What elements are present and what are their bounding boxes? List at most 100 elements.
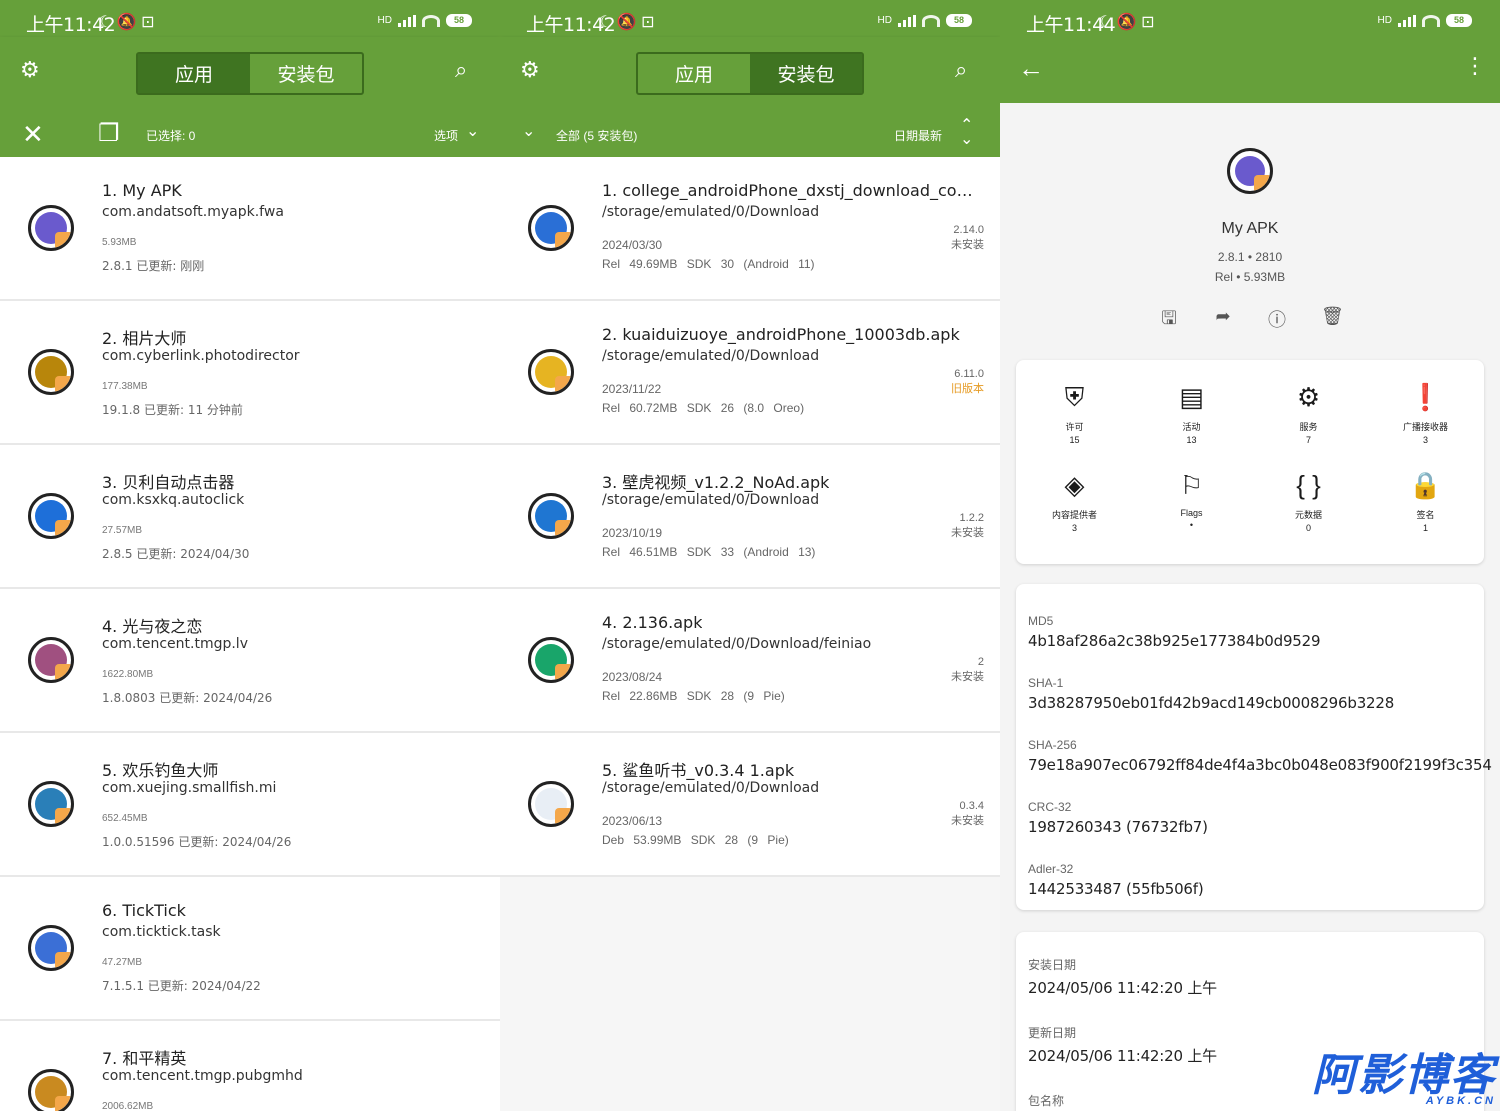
apk-meta: Rel 60.72MB SDK 26 (8.0 Oreo) bbox=[602, 401, 805, 415]
component-count: 3 bbox=[1071, 523, 1077, 533]
filter-sliders-icon[interactable]: ⚙ bbox=[520, 57, 540, 83]
package-name: com.andatsoft.myapk.fwa bbox=[102, 204, 284, 220]
list-item[interactable]: 4. 光与夜之恋 com.tencent.tmgp.lv 1622.80MB 1.8.… bbox=[0, 589, 500, 733]
search-zoom-icon[interactable]: ⌕ bbox=[455, 57, 467, 83]
app-title: 2. 相片大师 bbox=[102, 329, 187, 348]
selection-row: ✕ ❐ 已选择: 0 选项 ⌄ bbox=[0, 113, 500, 157]
version-line: 2.8.1 • 2810 bbox=[1217, 250, 1283, 264]
signal-icon bbox=[398, 14, 416, 27]
options-label[interactable]: 选项 bbox=[434, 127, 458, 144]
component-count: • bbox=[1189, 520, 1194, 530]
apk-date: 2023/10/19 bbox=[602, 526, 663, 540]
component-alert[interactable]: ❗ 广播接收器 3 bbox=[1367, 380, 1484, 468]
gears-icon: ⚙ bbox=[1296, 382, 1321, 412]
list-item[interactable]: 6. TickTick com.ticktick.task 47.27MB 7.1.5… bbox=[0, 877, 500, 1021]
apk-meta: Rel 22.86MB SDK 28 (9 Pie) bbox=[602, 689, 785, 703]
uninstall-icon[interactable]: 🗑 bbox=[1321, 306, 1344, 328]
back-arrow-icon[interactable]: ← bbox=[1018, 53, 1044, 84]
component-activity[interactable]: ▤ 活动 13 bbox=[1133, 380, 1250, 468]
list-item[interactable]: 3. 壁虎视频_v1.2.2_NoAd.apk/storage/emulated… bbox=[500, 445, 1000, 589]
apk-date: 2023/06/13 bbox=[602, 814, 663, 828]
component-layers[interactable]: ◈ 内容提供者 3 bbox=[1016, 468, 1133, 556]
apk-version-state: 2.14.0 未安装 bbox=[951, 223, 984, 253]
list-item[interactable]: 2. 相片大师 com.cyberlink.photodirector 177.38… bbox=[0, 301, 500, 445]
status-notify-icons: ☾ 🔕 ⊡ bbox=[98, 14, 155, 31]
version-updated: 2.8.1 已更新: 刚刚 bbox=[102, 259, 205, 273]
apk-icon bbox=[528, 637, 574, 683]
component-shield[interactable]: ⛨ 许可 15 bbox=[1016, 380, 1133, 468]
apk-list: 1. college_androidPhone_dxstj_download_c… bbox=[500, 157, 1000, 877]
app-icon bbox=[28, 1069, 74, 1111]
select-all-icon[interactable]: ❐ bbox=[98, 119, 120, 148]
apk-meta: Rel 46.51MB SDK 33 (Android 13) bbox=[602, 545, 816, 559]
app-icon-image bbox=[35, 932, 67, 964]
apk-version: 2 bbox=[977, 656, 984, 668]
component-braces[interactable]: { } 元数据 0 bbox=[1250, 468, 1367, 556]
list-item[interactable]: 3. 贝利自动点击器 com.ksxkq.autoclick 27.57MB 2.8.… bbox=[0, 445, 500, 589]
status-right-icons: HD 58 bbox=[378, 14, 472, 27]
tab-apps[interactable]: 应用 bbox=[138, 54, 250, 93]
list-item[interactable]: 5. 鲨鱼听书_v0.3.4 1.apk/storage/emulated/0/… bbox=[500, 733, 1000, 877]
filter-sliders-icon[interactable]: ⚙ bbox=[20, 57, 40, 83]
component-flag[interactable]: ⚐ Flags • bbox=[1133, 468, 1250, 556]
info-value[interactable]: 2024/05/06 11:42:20 上午 bbox=[1028, 977, 1472, 998]
status-notify-icons: ☾ 🔕 ⊡ bbox=[1098, 14, 1155, 31]
install-state: 未安装 bbox=[951, 527, 984, 539]
app-name: My APK bbox=[1221, 220, 1279, 237]
hash-value[interactable]: 3d38287950eb01fd42b9acd149cb0008296b3228 bbox=[1028, 694, 1472, 712]
status-bar: 上午11:42 ☾ 🔕 ⊡ HD 58 bbox=[500, 0, 1000, 37]
list-item[interactable]: 4. 2.136.apk/storage/emulated/0/Download… bbox=[500, 589, 1000, 733]
apk-filename: 4. 2.136.apk bbox=[602, 613, 703, 632]
wifi-icon bbox=[422, 14, 440, 27]
more-vert-icon[interactable]: ⋮ bbox=[1464, 53, 1486, 79]
tab-packages[interactable]: 安装包 bbox=[750, 54, 862, 93]
hash-value[interactable]: 1987260343 (76732fb7) bbox=[1028, 818, 1472, 836]
tab-apps[interactable]: 应用 bbox=[638, 54, 750, 93]
alert-icon: ❗ bbox=[1409, 382, 1442, 412]
package-name: com.tencent.tmgp.pubgmhd bbox=[102, 1068, 303, 1084]
hash-value[interactable]: 1442533487 (55fb506f) bbox=[1028, 880, 1472, 898]
list-item[interactable]: 2. kuaiduizuoye_androidPhone_10003db.apk… bbox=[500, 301, 1000, 445]
info-icon[interactable]: ⓘ bbox=[1267, 306, 1287, 330]
app-detail-panel: 上午11:44 ☾ 🔕 ⊡ HD 58 ← ⋮ My APK 2.8.1 • 2… bbox=[1000, 0, 1500, 1111]
list-item[interactable]: 5. 欢乐钓鱼大师 com.xuejing.smallfish.mi 652.45M… bbox=[0, 733, 500, 877]
apk-path: /storage/emulated/0/Download bbox=[602, 780, 820, 796]
version-updated: 1.0.0.51596 已更新: 2024/04/26 bbox=[102, 835, 292, 849]
component-label: Flags bbox=[1180, 508, 1203, 518]
apk-icon bbox=[528, 349, 574, 395]
app-icon bbox=[28, 349, 74, 395]
component-label: 元数据 bbox=[1294, 510, 1322, 520]
component-label: 活动 bbox=[1182, 422, 1201, 432]
app-title: 6. TickTick bbox=[102, 901, 186, 920]
apk-filename: 2. kuaiduizuoye_androidPhone_10003db.apk bbox=[602, 325, 960, 344]
component-gears[interactable]: ⚙ 服务 7 bbox=[1250, 380, 1367, 468]
search-icon[interactable]: ⌕ bbox=[955, 57, 967, 83]
apk-icon-image bbox=[535, 212, 567, 244]
hash-value[interactable]: 79e18a907ec06792ff84de4f4a3bc0b048e083f9… bbox=[1028, 756, 1492, 774]
chevron-down-icon[interactable]: ⌄ bbox=[466, 121, 479, 141]
filter-label[interactable]: 全部 (5 安装包) bbox=[556, 127, 637, 144]
share-icon[interactable]: ➦ bbox=[1213, 306, 1233, 328]
chevron-down-icon[interactable]: ⌄ bbox=[522, 121, 535, 141]
sort-arrows-icon[interactable]: ⌃ ⌄ bbox=[960, 118, 973, 148]
hash-value[interactable]: 4b18af286a2c38b925e177384b0d9529 bbox=[1028, 632, 1472, 650]
list-item[interactable]: 1. My APK com.andatsoft.myapk.fwa 5.93MB 2.… bbox=[0, 157, 500, 301]
apk-version: 2.14.0 bbox=[953, 224, 984, 236]
app-title: 1. My APK bbox=[102, 181, 182, 200]
list-item[interactable]: 1. college_androidPhone_dxstj_download_c… bbox=[500, 157, 1000, 301]
close-icon[interactable]: ✕ bbox=[22, 119, 44, 150]
component-lock[interactable]: 🔒 签名 1 bbox=[1367, 468, 1484, 556]
signal-icon bbox=[1398, 14, 1416, 27]
app-title: 5. 欢乐钓鱼大师 bbox=[102, 761, 219, 780]
list-item[interactable]: 7. 和平精英 com.tencent.tmgp.pubgmhd 2006.62MB bbox=[0, 1021, 500, 1111]
save-icon[interactable]: 🖫 bbox=[1159, 306, 1179, 328]
app-size: 2006.62MB bbox=[102, 1101, 154, 1111]
shield-icon: ⛨ bbox=[1064, 382, 1085, 412]
component-label: 服务 bbox=[1299, 422, 1318, 432]
sort-label[interactable]: 日期最新 bbox=[894, 127, 942, 144]
battery-icon: 58 bbox=[1446, 14, 1472, 27]
version-updated: 7.1.5.1 已更新: 2024/04/22 bbox=[102, 979, 261, 993]
tab-packages[interactable]: 安装包 bbox=[250, 54, 362, 93]
apk-filename: 5. 鲨鱼听书_v0.3.4 1.apk bbox=[602, 761, 795, 780]
install-state: 未安装 bbox=[951, 671, 984, 683]
